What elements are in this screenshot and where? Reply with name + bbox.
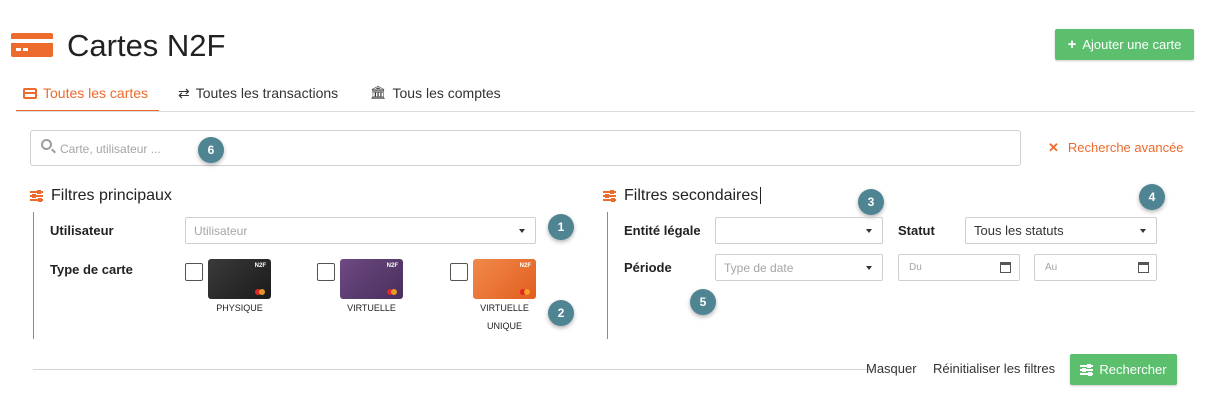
secondary-filters-bar [607,212,608,339]
reset-filters-link[interactable]: Réinitialiser les filtres [933,361,1055,376]
text-cursor [760,187,761,204]
status-label: Statut [898,223,935,238]
tab-all-accounts-label: Tous les comptes [392,85,501,101]
mastercard-icon [255,289,265,295]
user-label: Utilisateur [50,223,114,238]
advanced-search-label: Recherche avancée [1067,140,1184,155]
chevron-down-icon [519,229,525,233]
sliders-icon [1080,363,1094,376]
tab-all-cards-label: Toutes les cartes [43,85,149,101]
secondary-filters-title: Filtres secondaires [603,187,758,205]
virtual-card-image: N2F [340,259,403,299]
card-type-single-virtual-caption: VIRTUELLE [480,303,529,313]
tab-all-transactions-label: Toutes les transactions [195,85,339,101]
exchange-icon: ⇄ [178,85,190,101]
card-type-single-virtual-checkbox[interactable] [450,263,468,281]
chevron-down-icon [866,266,872,270]
card-type-virtual-caption: VIRTUELLE [347,303,396,313]
footer-divider [33,369,876,370]
badge-5: 5 [690,289,716,315]
badge-1: 1 [548,214,574,240]
period-placeholder: Type de date [724,260,794,275]
plus-icon: + [1067,36,1077,53]
physical-card-image: N2F [208,259,271,299]
calendar-icon[interactable] [1138,262,1149,273]
card-brand-logo: N2F [254,263,266,269]
search-input[interactable] [30,130,1021,166]
close-icon: ✕ [1048,140,1059,155]
period-label: Période [624,260,672,275]
search-icon [41,139,52,150]
date-from-placeholder: Du [909,262,922,273]
user-select[interactable]: Utilisateur [185,217,536,244]
date-to-input[interactable]: Au [1034,254,1157,281]
mastercard-icon [520,289,530,295]
legal-entity-label: Entité légale [624,223,701,238]
legal-entity-select[interactable] [715,217,883,244]
add-card-label: Ajouter une carte [1082,37,1182,52]
card-type-physical-caption: PHYSIQUE [216,303,263,313]
credit-card-icon [23,88,37,99]
page-title: Cartes N2F [67,28,226,63]
card-type-physical-checkbox[interactable] [185,263,203,281]
badge-6: 6 [198,137,224,163]
mastercard-icon [387,289,397,295]
search-placeholder: Carte, utilisateur ... [60,142,161,156]
cards-logo-icon [11,33,53,57]
primary-filters-title-text: Filtres principaux [51,187,172,204]
sliders-icon [30,190,43,202]
date-from-input[interactable]: Du [898,254,1020,281]
card-brand-logo: N2F [386,263,398,269]
status-value: Tous les statuts [974,223,1064,238]
add-card-button[interactable]: + Ajouter une carte [1055,29,1194,60]
badge-3: 3 [858,189,884,215]
advanced-search-link[interactable]: ✕ Recherche avancée [1048,140,1184,156]
tabs-divider [16,111,1195,112]
card-brand-logo: N2F [519,263,531,269]
chevron-down-icon [866,229,872,233]
badge-2: 2 [548,300,574,326]
search-button-label: Rechercher [1099,362,1167,377]
calendar-icon[interactable] [1000,262,1011,273]
status-select[interactable]: Tous les statuts [965,217,1157,244]
hide-filters-link[interactable]: Masquer [866,361,917,376]
card-type-label: Type de carte [50,262,133,277]
card-type-single-virtual-caption-2: UNIQUE [486,321,522,331]
secondary-filters-title-text: Filtres secondaires [624,187,759,204]
date-to-placeholder: Au [1045,262,1058,273]
single-virtual-card-image: N2F [473,259,536,299]
tab-all-accounts[interactable]: 🏛 Tous les comptes [370,85,501,111]
user-placeholder: Utilisateur [194,223,248,238]
primary-filters-bar [33,212,34,339]
primary-filters-title: Filtres principaux [30,187,172,205]
card-type-virtual-checkbox[interactable] [317,263,335,281]
chevron-down-icon [1140,229,1146,233]
badge-4: 4 [1139,184,1165,210]
search-button[interactable]: Rechercher [1070,354,1177,385]
bank-icon: 🏛 [370,85,387,100]
tab-all-cards[interactable]: Toutes les cartes [16,85,159,112]
sliders-icon [603,190,616,202]
tab-all-transactions[interactable]: ⇄ Toutes les transactions [178,85,338,111]
period-type-select[interactable]: Type de date [715,254,883,281]
